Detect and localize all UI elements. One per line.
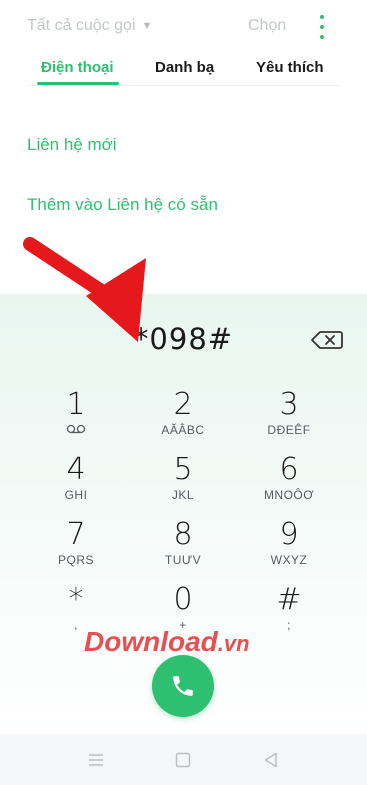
key-letters: ;	[287, 618, 291, 632]
key-letters: PQRS	[57, 553, 94, 567]
key-digit: 3	[279, 387, 299, 422]
download-vn-watermark: Download.vn	[84, 626, 250, 658]
watermark-text: Download	[84, 626, 218, 657]
backspace-icon[interactable]	[311, 330, 343, 350]
key-digit: 5	[173, 452, 193, 487]
new-contact-link[interactable]: Liên hệ mới	[27, 135, 117, 155]
key-letters: JKL	[171, 488, 195, 502]
tab-favorites[interactable]: Yêu thích	[256, 59, 324, 76]
dial-key-4[interactable]: 4 GHI	[36, 453, 116, 513]
more-vertical-icon[interactable]	[318, 15, 326, 39]
dial-key-6[interactable]: 6 MNOÔƠ	[249, 453, 329, 513]
call-filter-label: Tất cả cuộc gọi	[27, 17, 136, 34]
dial-key-1[interactable]: 1	[36, 388, 116, 448]
back-triangle-icon[interactable]	[261, 750, 281, 770]
key-digit: 4	[66, 452, 86, 487]
key-letters: TUƯV	[164, 553, 202, 567]
key-digit: 2	[173, 387, 193, 422]
active-tab-indicator	[37, 82, 119, 85]
key-letters: DĐEÊF	[267, 423, 311, 437]
menu-icon[interactable]	[86, 750, 106, 770]
key-letters: MNOÔƠ	[263, 488, 315, 502]
dial-key-8[interactable]: 8 TUƯV	[143, 518, 223, 578]
watermark-suffix: .vn	[217, 631, 250, 656]
tab-phone[interactable]: Điện thoại	[41, 59, 114, 76]
key-digit: 7	[66, 517, 86, 552]
dial-key-3[interactable]: 3 DĐEÊF	[249, 388, 329, 448]
key-digit: 8	[173, 517, 193, 552]
phone-icon	[173, 676, 193, 696]
key-digit: 0	[173, 582, 193, 617]
dial-key-9[interactable]: 9 WXYZ	[249, 518, 329, 578]
caret-down-icon: ▼	[141, 20, 153, 32]
tab-contacts[interactable]: Danh bạ	[155, 59, 214, 76]
dial-key-hash[interactable]: # ;	[249, 583, 329, 643]
key-digit: #	[276, 582, 302, 617]
dial-key-5[interactable]: 5 JKL	[143, 453, 223, 513]
voicemail-icon	[66, 424, 86, 434]
add-to-existing-contact-link[interactable]: Thêm vào Liên hệ có sẵn	[27, 195, 218, 215]
home-square-icon[interactable]	[173, 750, 193, 770]
key-digit: 6	[279, 452, 299, 487]
key-digit: 1	[66, 387, 86, 422]
key-digit: 9	[279, 517, 299, 552]
key-letters: GHI	[64, 488, 88, 502]
dial-key-2[interactable]: 2 AĂÂBC	[143, 388, 223, 448]
tab-bar: Điện thoại Danh bạ Yêu thích	[27, 56, 340, 86]
key-digit: *	[68, 582, 84, 617]
key-letters: AĂÂBC	[161, 423, 205, 437]
key-letters: WXYZ	[270, 553, 308, 567]
top-bar: Tất cả cuộc gọi ▼ Chọn	[0, 0, 367, 56]
system-nav-bar	[0, 734, 367, 785]
call-button[interactable]	[152, 655, 214, 717]
select-button[interactable]: Chọn	[248, 17, 286, 35]
call-filter-dropdown[interactable]: Tất cả cuộc gọi ▼	[27, 17, 152, 35]
dial-key-7[interactable]: 7 PQRS	[36, 518, 116, 578]
